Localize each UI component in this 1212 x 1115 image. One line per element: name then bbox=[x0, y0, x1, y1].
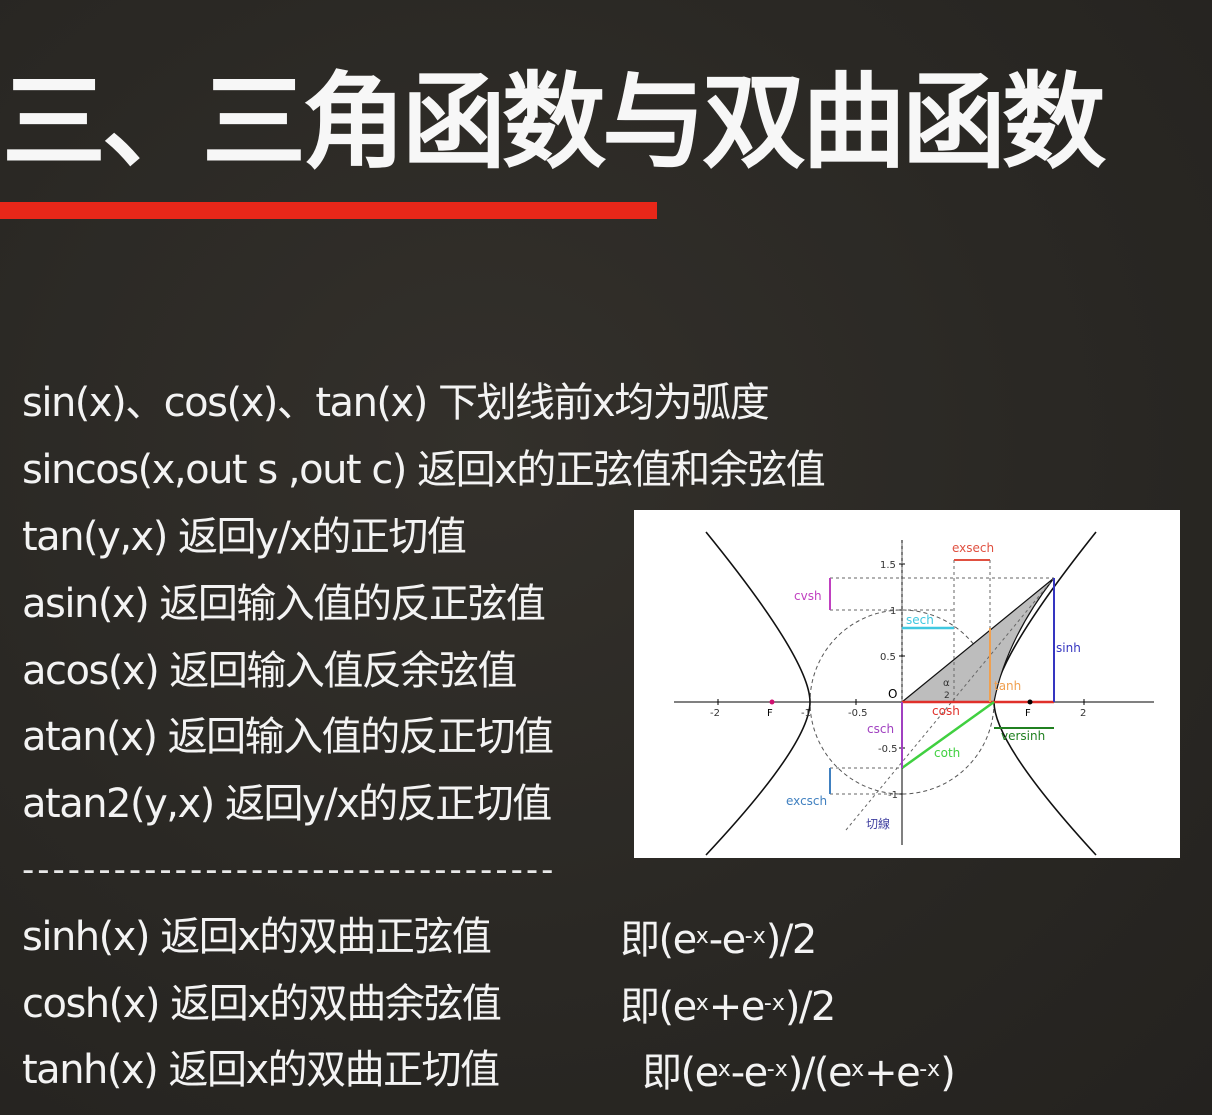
label-tangent: 切線 bbox=[866, 816, 890, 831]
text-line-acos: acos(x) 返回输入值反余弦值 bbox=[22, 648, 517, 694]
tick-x-m05: -0.5 bbox=[848, 708, 868, 719]
tick-y-1: 1 bbox=[890, 606, 896, 617]
label-focus-right: F bbox=[1025, 708, 1031, 719]
text-line-atan2: atan2(y,x) 返回y/x的反正切值 bbox=[22, 781, 552, 827]
hyperbolic-sector bbox=[900, 577, 1055, 703]
text-line-asin: asin(x) 返回输入值的反正弦值 bbox=[22, 581, 546, 627]
label-alpha: α bbox=[943, 678, 950, 689]
label-coth: coth bbox=[934, 746, 960, 760]
text-line-sincos: sincos(x,out s ,out c) 返回x的正弦值和余弦值 bbox=[22, 447, 826, 493]
hyperbola-figure: -2 -1 -0.5 2 1.5 1 0.5 -0.5 -1 exsech cv… bbox=[674, 531, 1154, 856]
label-origin: O bbox=[888, 687, 897, 701]
formula-tanh: 即(ex-e-x)/(ex+e-x) bbox=[642, 1050, 956, 1096]
tick-y-05: 0.5 bbox=[880, 652, 896, 663]
text-line-tan: tan(y,x) 返回y/x的正切值 bbox=[22, 514, 467, 560]
text-line-tanh: tanh(x) 返回x的双曲正切值 bbox=[22, 1047, 500, 1093]
text-line-atan: atan(x) 返回输入值的反正切值 bbox=[22, 714, 554, 760]
focus-left-marker bbox=[769, 699, 775, 705]
page-title: 三、三角函数与双曲函数 bbox=[2, 61, 1106, 183]
label-excsch: excsch bbox=[786, 794, 827, 808]
label-csch: csch bbox=[867, 722, 894, 736]
label-half: 2 bbox=[944, 691, 950, 701]
hyperbola-right-branch bbox=[993, 531, 1097, 856]
label-sech: sech bbox=[906, 613, 934, 627]
label-tanh: tanh bbox=[994, 679, 1021, 693]
tick-y-15: 1.5 bbox=[880, 560, 896, 571]
label-cvsh: cvsh bbox=[794, 589, 822, 603]
tick-y-m1: -1 bbox=[888, 790, 898, 801]
formula-sinh: 即(ex-e-x)/2 bbox=[620, 917, 817, 963]
focus-right-marker bbox=[1027, 699, 1033, 705]
text-line-sin-cos-tan: sin(x)、cos(x)、tan(x) 下划线前x均为弧度 bbox=[22, 380, 770, 426]
tick-y-m05: -0.5 bbox=[878, 744, 898, 755]
tick-x-m2: -2 bbox=[710, 708, 720, 719]
formula-cosh: 即(ex+e-x)/2 bbox=[620, 984, 836, 1030]
text-line-sinh: sinh(x) 返回x的双曲正弦值 bbox=[22, 914, 492, 960]
tick-x-2: 2 bbox=[1080, 708, 1086, 719]
tick-x-m1: -1 bbox=[801, 708, 811, 719]
hyperbolic-functions-diagram: -2 -1 -0.5 2 1.5 1 0.5 -0.5 -1 exsech cv… bbox=[634, 510, 1180, 858]
dashed-divider: ----------------------------------- bbox=[22, 850, 557, 890]
text-line-cosh: cosh(x) 返回x的双曲余弦值 bbox=[22, 981, 502, 1027]
tick-labels: -2 -1 -0.5 2 1.5 1 0.5 -0.5 -1 bbox=[710, 560, 1086, 801]
label-sinh: sinh bbox=[1056, 641, 1081, 655]
label-versinh: versinh bbox=[1001, 729, 1045, 743]
label-focus-left: F bbox=[767, 708, 773, 719]
label-exsech: exsech bbox=[952, 541, 994, 555]
title-underline bbox=[0, 202, 657, 219]
label-cosh: cosh bbox=[932, 704, 960, 718]
